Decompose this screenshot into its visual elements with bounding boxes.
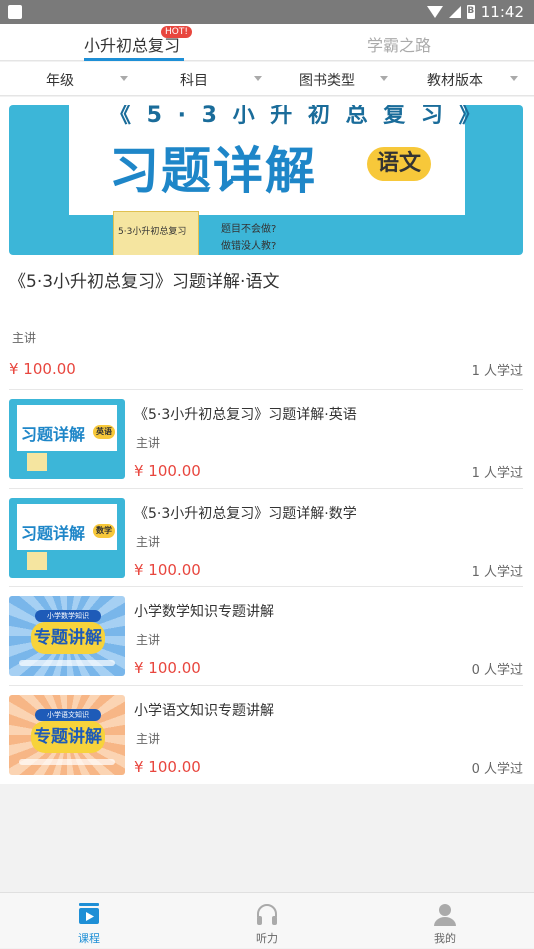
nav-listen[interactable]: 听力	[178, 893, 356, 949]
thumb-book	[27, 552, 47, 570]
course-lecturer: 主讲	[136, 436, 161, 450]
status-right: B 11:42	[426, 3, 524, 21]
banner-question-1: 题目不会做?	[221, 224, 277, 235]
list-item[interactable]: 习题详解 数学 《5·3小升初总复习》习题详解·数学 主讲 ¥ 100.00 1…	[0, 489, 534, 587]
course-lecturer: 主讲	[136, 633, 161, 647]
course-thumbnail: 习题详解 数学	[9, 498, 125, 578]
course-video-icon	[79, 903, 99, 924]
course-lecturer: 主讲	[136, 535, 161, 549]
thumb-top: 小学语文知识	[35, 709, 101, 721]
hot-badge: HOT!	[161, 26, 192, 38]
featured-price: ¥ 100.00	[9, 360, 76, 378]
headphones-icon	[257, 904, 277, 925]
course-thumbnail: 习题详解 英语	[9, 399, 125, 479]
course-price: ¥ 100.00	[134, 561, 201, 579]
course-price: ¥ 100.00	[134, 462, 201, 480]
course-thumbnail: 小学语文知识 专题讲解	[9, 695, 125, 775]
tab-xueba[interactable]: 学霸之路	[367, 32, 431, 56]
banner-headline: 习题详解	[109, 142, 317, 200]
thumb-bar	[19, 660, 115, 666]
thumb-headline: 习题详解	[21, 425, 86, 444]
thumb-bar	[19, 759, 115, 765]
course-title: 小学数学知识专题讲解	[134, 604, 274, 620]
thumb-headline: 专题讲解	[31, 622, 105, 654]
thumb-badge: 数学	[93, 524, 115, 538]
featured-lecturer: 主讲	[12, 331, 37, 345]
chevron-down-icon[interactable]	[380, 76, 388, 81]
battery-icon: B	[466, 5, 475, 19]
chevron-down-icon[interactable]	[120, 76, 128, 81]
filter-subject[interactable]: 科目	[180, 70, 208, 90]
nav-mine[interactable]: 我的	[356, 893, 534, 949]
battery-glyph: B	[467, 6, 475, 16]
course-title: 《5·3小升初总复习》习题详解·英语	[134, 407, 357, 423]
list-item[interactable]: 习题详解 英语 《5·3小升初总复习》习题详解·英语 主讲 ¥ 100.00 1…	[0, 390, 534, 488]
filter-edition[interactable]: 教材版本	[427, 70, 483, 90]
course-thumbnail: 小学数学知识 专题讲解	[9, 596, 125, 676]
banner-questions: 题目不会做? 做错没人教?	[221, 221, 276, 255]
nav-mine-label: 我的	[434, 932, 456, 945]
filter-book-type[interactable]: 图书类型	[299, 70, 355, 90]
featured-banner[interactable]: 《 5 · 3 小 升 初 总 复 习 》 习题详解 语文 5·3小升初总复习 …	[9, 105, 523, 255]
course-title: 《5·3小升初总复习》习题详解·数学	[134, 506, 357, 522]
banner-question-2: 做错没人教?	[221, 241, 277, 252]
filter-bar: 年级 科目 图书类型 教材版本	[0, 62, 534, 96]
nav-course[interactable]: 课程	[0, 893, 178, 949]
course-learned-count: 0 人学过	[471, 663, 523, 678]
list-item[interactable]: 小学语文知识 专题讲解 小学语文知识专题讲解 主讲 ¥ 100.00 0 人学过	[0, 686, 534, 784]
thumb-headline: 专题讲解	[31, 721, 105, 753]
banner-subject-badge: 语文	[367, 147, 431, 181]
wifi-icon	[426, 6, 443, 18]
thumb-badge: 英语	[93, 425, 115, 439]
featured-learned-count: 1 人学过	[471, 364, 523, 379]
nav-listen-label: 听力	[256, 932, 278, 945]
nav-course-label: 课程	[78, 932, 100, 945]
course-lecturer: 主讲	[136, 732, 161, 746]
signal-icon	[448, 6, 461, 18]
user-icon	[434, 904, 456, 926]
tab-underline	[84, 58, 184, 61]
course-learned-count: 1 人学过	[471, 466, 523, 481]
banner-book: 5·3小升初总复习	[113, 211, 199, 255]
status-bar: B 11:42	[0, 0, 534, 24]
banner-top-line: 《 5 · 3 小 升 初 总 复 习 》	[109, 105, 485, 128]
bottom-nav: 课程 听力 我的	[0, 892, 534, 948]
status-time: 11:42	[480, 3, 524, 21]
top-tabs: 小升初总复习 HOT! 学霸之路	[0, 24, 534, 61]
course-list: 《 5 · 3 小 升 初 总 复 习 》 习题详解 语文 5·3小升初总复习 …	[0, 97, 534, 784]
featured-title[interactable]: 《5·3小升初总复习》习题详解·语文	[9, 267, 279, 292]
thumb-top: 小学数学知识	[35, 610, 101, 622]
chevron-down-icon[interactable]	[254, 76, 262, 81]
course-learned-count: 0 人学过	[471, 762, 523, 777]
thumb-book	[27, 453, 47, 471]
course-price: ¥ 100.00	[134, 758, 201, 776]
filter-grade[interactable]: 年级	[46, 70, 74, 90]
thumb-headline: 习题详解	[21, 524, 86, 543]
course-title: 小学语文知识专题讲解	[134, 703, 274, 719]
list-item[interactable]: 小学数学知识 专题讲解 小学数学知识专题讲解 主讲 ¥ 100.00 0 人学过	[0, 587, 534, 685]
notification-icon	[8, 5, 22, 19]
chevron-down-icon[interactable]	[510, 76, 518, 81]
course-learned-count: 1 人学过	[471, 565, 523, 580]
course-price: ¥ 100.00	[134, 659, 201, 677]
